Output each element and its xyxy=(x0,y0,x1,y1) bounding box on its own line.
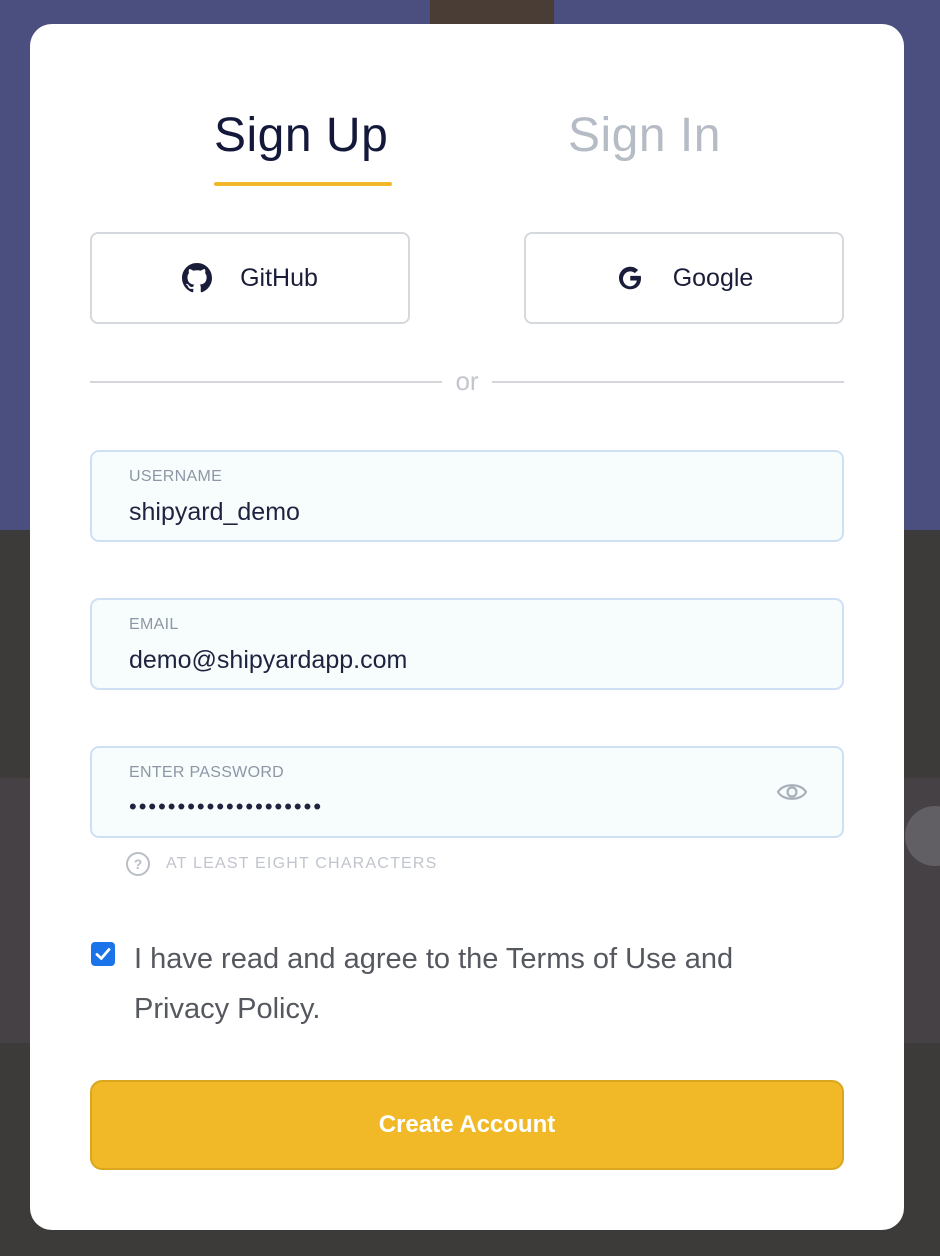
divider-left xyxy=(90,381,442,383)
github-icon xyxy=(182,263,213,293)
agreement-text: I have read and agree to the Terms of Us… xyxy=(134,943,734,1025)
google-button[interactable]: Google xyxy=(524,232,844,324)
password-hint-text: AT LEAST EIGHT CHARACTERS xyxy=(166,855,438,872)
google-button-label: Google xyxy=(672,263,754,292)
tab-sign-up[interactable]: Sign Up xyxy=(214,108,388,164)
password-field[interactable]: ENTER PASSWORD •••••••••••••••••••• xyxy=(90,746,844,838)
password-label: ENTER PASSWORD xyxy=(129,764,285,781)
create-account-button[interactable]: Create Account xyxy=(90,1080,844,1170)
google-icon xyxy=(615,263,645,293)
email-field[interactable]: EMAIL demo@shipyardapp.com xyxy=(90,598,844,690)
username-field[interactable]: USERNAME shipyard_demo xyxy=(90,450,844,542)
divider-right xyxy=(492,381,844,383)
tab-sign-in[interactable]: Sign In xyxy=(568,108,721,164)
checkmark-icon xyxy=(95,948,111,960)
username-label: USERNAME xyxy=(129,468,223,485)
auth-tabs: Sign Up Sign In xyxy=(30,108,904,190)
email-label: EMAIL xyxy=(129,616,179,633)
email-input[interactable]: demo@shipyardapp.com xyxy=(129,646,407,675)
password-input[interactable]: •••••••••••••••••••• xyxy=(129,794,323,820)
github-button[interactable]: GitHub xyxy=(90,232,410,324)
github-button-label: GitHub xyxy=(240,263,318,292)
password-hint: ? AT LEAST EIGHT CHARACTERS xyxy=(126,852,438,876)
username-input[interactable]: shipyard_demo xyxy=(129,498,300,527)
active-tab-underline xyxy=(214,182,392,186)
divider-or: or xyxy=(455,366,479,396)
agree-checkbox[interactable] xyxy=(91,942,115,966)
question-icon: ? xyxy=(126,852,150,876)
eye-icon[interactable] xyxy=(776,780,808,804)
signup-modal: Sign Up Sign In GitHub Google or USERNAM… xyxy=(30,24,904,1230)
